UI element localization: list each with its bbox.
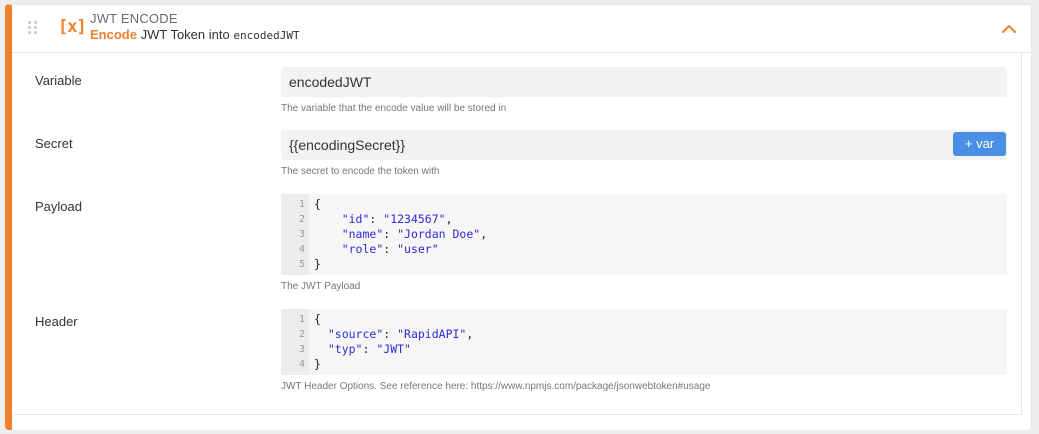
variable-label: Variable xyxy=(35,73,82,88)
code-text: "name": "Jordan Doe", xyxy=(341,227,488,241)
line-number: 1 xyxy=(298,314,305,325)
code-text: } xyxy=(314,357,321,371)
block-header[interactable]: [x] JWT ENCODE Encode JWT Token into enc… xyxy=(12,5,1031,53)
secret-label: Secret xyxy=(35,136,73,151)
summary-text: JWT Token into xyxy=(140,27,230,42)
jwt-encode-block: [x] JWT ENCODE Encode JWT Token into enc… xyxy=(5,4,1032,430)
block-type-label: JWT ENCODE xyxy=(90,11,178,26)
add-var-button[interactable]: + var xyxy=(953,132,1006,156)
code-text: { xyxy=(314,312,321,326)
block-body: Variable encodedJWT The variable that th… xyxy=(14,53,1022,415)
drag-handle-icon[interactable] xyxy=(28,21,40,37)
line-number: 3 xyxy=(298,229,305,240)
header-code-line: 4} xyxy=(281,357,1007,372)
json-value: "JWT" xyxy=(376,342,411,356)
line-number: 4 xyxy=(298,359,305,370)
payload-code-line: 3 "name": "Jordan Doe", xyxy=(281,227,1007,242)
variable-icon: [x] xyxy=(58,17,87,37)
json-value: "RapidAPI" xyxy=(397,327,467,341)
json-key: "name" xyxy=(341,227,384,241)
payload-code-line: 4 "role": "user" xyxy=(281,242,1007,257)
json-value: "1234567" xyxy=(383,212,446,226)
code-text: "role": "user" xyxy=(341,242,439,256)
variable-help: The variable that the encode value will … xyxy=(281,103,507,114)
payload-editor[interactable]: 1{2 "id": "1234567", 3 "name": "Jordan Do… xyxy=(281,194,1007,275)
json-key: "source" xyxy=(327,327,384,341)
header-code-line: 3 "typ": "JWT" xyxy=(281,342,1007,357)
header-editor[interactable]: 1{2 "source": "RapidAPI", 3 "typ": "JWT" 4… xyxy=(281,309,1007,375)
secret-input[interactable]: {{encodingSecret}} xyxy=(281,130,1007,160)
json-value: "user" xyxy=(397,242,439,256)
line-number: 1 xyxy=(298,199,305,210)
code-text: "typ": "JWT" xyxy=(327,342,411,356)
line-number: 3 xyxy=(298,344,305,355)
code-text: { xyxy=(314,197,321,211)
line-number: 2 xyxy=(298,214,305,225)
header-code-line: 1{ xyxy=(281,312,1007,327)
secret-help: The secret to encode the token with xyxy=(281,166,440,177)
payload-code-line: 1{ xyxy=(281,197,1007,212)
header-code-line: 2 "source": "RapidAPI", xyxy=(281,327,1007,342)
variable-input[interactable]: encodedJWT xyxy=(281,67,1007,97)
summary-target: encodedJWT xyxy=(233,29,300,42)
code-text: } xyxy=(314,257,321,271)
code-text: "source": "RapidAPI", xyxy=(327,327,474,341)
line-number: 5 xyxy=(298,259,305,270)
payload-help: The JWT Payload xyxy=(281,281,361,292)
line-number: 2 xyxy=(298,329,305,340)
block-summary: Encode JWT Token into encodedJWT xyxy=(90,27,300,42)
json-key: "role" xyxy=(341,242,384,256)
json-key: "id" xyxy=(341,212,370,226)
chevron-up-icon[interactable] xyxy=(999,19,1019,39)
payload-code-line: 5} xyxy=(281,257,1007,272)
json-value: "Jordan Doe" xyxy=(397,227,481,241)
payload-label: Payload xyxy=(35,199,82,214)
summary-verb: Encode xyxy=(90,27,137,42)
header-label: Header xyxy=(35,314,78,329)
code-text: "id": "1234567", xyxy=(341,212,453,226)
payload-code-line: 2 "id": "1234567", xyxy=(281,212,1007,227)
header-help: JWT Header Options. See reference here: … xyxy=(281,381,711,392)
line-number: 4 xyxy=(298,244,305,255)
json-key: "typ" xyxy=(327,342,363,356)
